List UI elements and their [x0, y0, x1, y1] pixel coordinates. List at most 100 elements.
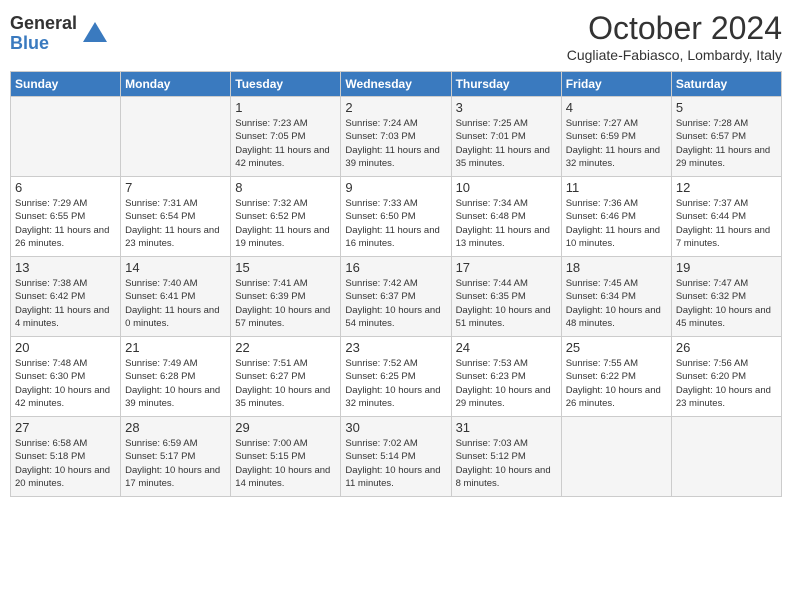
- calendar-cell: 12 Sunrise: 7:37 AM Sunset: 6:44 PM Dayli…: [671, 177, 781, 257]
- calendar-cell: 5 Sunrise: 7:28 AM Sunset: 6:57 PM Daylig…: [671, 97, 781, 177]
- day-number: 24: [456, 340, 557, 355]
- title-block: October 2024 Cugliate-Fabiasco, Lombardy…: [567, 10, 782, 63]
- calendar-cell: 25 Sunrise: 7:55 AM Sunset: 6:22 PM Dayli…: [561, 337, 671, 417]
- calendar-cell: 9Sunrise: 7:33 AM Sunset: 6:50 PM Daylig…: [341, 177, 451, 257]
- calendar-cell: 24 Sunrise: 7:53 AM Sunset: 6:23 PM Dayli…: [451, 337, 561, 417]
- day-number: 26: [676, 340, 777, 355]
- day-number: 30: [345, 420, 446, 435]
- calendar-cell: 3 Sunrise: 7:25 AM Sunset: 7:01 PM Daylig…: [451, 97, 561, 177]
- cell-info: Sunrise: 7:40 AM Sunset: 6:41 PM Dayligh…: [125, 277, 226, 330]
- day-number: 2: [345, 100, 446, 115]
- day-number: 11: [566, 180, 667, 195]
- day-number: 14: [125, 260, 226, 275]
- cell-info: Sunrise: 7:29 AM Sunset: 6:55 PM Dayligh…: [15, 197, 116, 250]
- cell-info: Sunrise: 7:27 AM Sunset: 6:59 PM Dayligh…: [566, 117, 667, 170]
- calendar-header-cell: Friday: [561, 72, 671, 97]
- cell-info: Sunrise: 7:33 AM Sunset: 6:50 PM Dayligh…: [345, 197, 446, 250]
- day-number: 10: [456, 180, 557, 195]
- day-number: 3: [456, 100, 557, 115]
- cell-info: Sunrise: 7:45 AM Sunset: 6:34 PM Dayligh…: [566, 277, 667, 330]
- calendar-header-cell: Saturday: [671, 72, 781, 97]
- calendar-cell: [11, 97, 121, 177]
- calendar-cell: 21 Sunrise: 7:49 AM Sunset: 6:28 PM Dayli…: [121, 337, 231, 417]
- cell-info: Sunrise: 7:36 AM Sunset: 6:46 PM Dayligh…: [566, 197, 667, 250]
- calendar-week-row: 13Sunrise: 7:38 AM Sunset: 6:42 PM Dayli…: [11, 257, 782, 337]
- calendar-cell: 18 Sunrise: 7:45 AM Sunset: 6:34 PM Dayli…: [561, 257, 671, 337]
- logo: General Blue: [10, 14, 109, 54]
- cell-info: Sunrise: 7:52 AM Sunset: 6:25 PM Dayligh…: [345, 357, 446, 410]
- day-number: 22: [235, 340, 336, 355]
- calendar-cell: 11 Sunrise: 7:36 AM Sunset: 6:46 PM Dayli…: [561, 177, 671, 257]
- day-number: 18: [566, 260, 667, 275]
- calendar-cell: 15Sunrise: 7:41 AM Sunset: 6:39 PM Dayli…: [231, 257, 341, 337]
- logo-icon: [81, 20, 109, 48]
- calendar-cell: 14 Sunrise: 7:40 AM Sunset: 6:41 PM Dayli…: [121, 257, 231, 337]
- calendar-cell: [561, 417, 671, 497]
- day-number: 17: [456, 260, 557, 275]
- cell-info: Sunrise: 6:58 AM Sunset: 5:18 PM Dayligh…: [15, 437, 116, 490]
- cell-info: Sunrise: 7:25 AM Sunset: 7:01 PM Dayligh…: [456, 117, 557, 170]
- logo-blue: Blue: [10, 34, 77, 54]
- day-number: 29: [235, 420, 336, 435]
- day-number: 31: [456, 420, 557, 435]
- cell-info: Sunrise: 7:24 AM Sunset: 7:03 PM Dayligh…: [345, 117, 446, 170]
- calendar-cell: 16Sunrise: 7:42 AM Sunset: 6:37 PM Dayli…: [341, 257, 451, 337]
- calendar-week-row: 6 Sunrise: 7:29 AM Sunset: 6:55 PM Daylig…: [11, 177, 782, 257]
- calendar-week-row: 1 Sunrise: 7:23 AM Sunset: 7:05 PM Daylig…: [11, 97, 782, 177]
- calendar-cell: [671, 417, 781, 497]
- calendar-cell: 13Sunrise: 7:38 AM Sunset: 6:42 PM Dayli…: [11, 257, 121, 337]
- calendar-header-cell: Thursday: [451, 72, 561, 97]
- cell-info: Sunrise: 7:53 AM Sunset: 6:23 PM Dayligh…: [456, 357, 557, 410]
- day-number: 13: [15, 260, 116, 275]
- calendar-cell: 29Sunrise: 7:00 AM Sunset: 5:15 PM Dayli…: [231, 417, 341, 497]
- calendar-cell: 7Sunrise: 7:31 AM Sunset: 6:54 PM Daylig…: [121, 177, 231, 257]
- day-number: 23: [345, 340, 446, 355]
- cell-info: Sunrise: 7:49 AM Sunset: 6:28 PM Dayligh…: [125, 357, 226, 410]
- calendar-cell: 8Sunrise: 7:32 AM Sunset: 6:52 PM Daylig…: [231, 177, 341, 257]
- day-number: 15: [235, 260, 336, 275]
- calendar-week-row: 20Sunrise: 7:48 AM Sunset: 6:30 PM Dayli…: [11, 337, 782, 417]
- day-number: 7: [125, 180, 226, 195]
- calendar-cell: 28 Sunrise: 6:59 AM Sunset: 5:17 PM Dayli…: [121, 417, 231, 497]
- calendar-cell: 23 Sunrise: 7:52 AM Sunset: 6:25 PM Dayli…: [341, 337, 451, 417]
- page-header: General Blue October 2024 Cugliate-Fabia…: [10, 10, 782, 63]
- day-number: 1: [235, 100, 336, 115]
- cell-info: Sunrise: 7:51 AM Sunset: 6:27 PM Dayligh…: [235, 357, 336, 410]
- cell-info: Sunrise: 7:56 AM Sunset: 6:20 PM Dayligh…: [676, 357, 777, 410]
- cell-info: Sunrise: 7:34 AM Sunset: 6:48 PM Dayligh…: [456, 197, 557, 250]
- calendar-header-cell: Tuesday: [231, 72, 341, 97]
- calendar-cell: 4 Sunrise: 7:27 AM Sunset: 6:59 PM Daylig…: [561, 97, 671, 177]
- cell-info: Sunrise: 7:03 AM Sunset: 5:12 PM Dayligh…: [456, 437, 557, 490]
- day-number: 19: [676, 260, 777, 275]
- calendar-header-cell: Sunday: [11, 72, 121, 97]
- calendar-header-row: SundayMondayTuesdayWednesdayThursdayFrid…: [11, 72, 782, 97]
- calendar-header-cell: Monday: [121, 72, 231, 97]
- calendar-cell: [121, 97, 231, 177]
- calendar-cell: 17 Sunrise: 7:44 AM Sunset: 6:35 PM Dayli…: [451, 257, 561, 337]
- day-number: 21: [125, 340, 226, 355]
- cell-info: Sunrise: 7:28 AM Sunset: 6:57 PM Dayligh…: [676, 117, 777, 170]
- day-number: 6: [15, 180, 116, 195]
- cell-info: Sunrise: 7:02 AM Sunset: 5:14 PM Dayligh…: [345, 437, 446, 490]
- day-number: 5: [676, 100, 777, 115]
- cell-info: Sunrise: 7:55 AM Sunset: 6:22 PM Dayligh…: [566, 357, 667, 410]
- cell-info: Sunrise: 7:23 AM Sunset: 7:05 PM Dayligh…: [235, 117, 336, 170]
- calendar-cell: 22 Sunrise: 7:51 AM Sunset: 6:27 PM Dayli…: [231, 337, 341, 417]
- day-number: 27: [15, 420, 116, 435]
- calendar-cell: 31 Sunrise: 7:03 AM Sunset: 5:12 PM Dayli…: [451, 417, 561, 497]
- cell-info: Sunrise: 7:37 AM Sunset: 6:44 PM Dayligh…: [676, 197, 777, 250]
- cell-info: Sunrise: 6:59 AM Sunset: 5:17 PM Dayligh…: [125, 437, 226, 490]
- calendar-table: SundayMondayTuesdayWednesdayThursdayFrid…: [10, 71, 782, 497]
- day-number: 4: [566, 100, 667, 115]
- calendar-cell: 27 Sunrise: 6:58 AM Sunset: 5:18 PM Dayli…: [11, 417, 121, 497]
- day-number: 12: [676, 180, 777, 195]
- calendar-cell: 6 Sunrise: 7:29 AM Sunset: 6:55 PM Daylig…: [11, 177, 121, 257]
- calendar-cell: 30 Sunrise: 7:02 AM Sunset: 5:14 PM Dayli…: [341, 417, 451, 497]
- cell-info: Sunrise: 7:44 AM Sunset: 6:35 PM Dayligh…: [456, 277, 557, 330]
- day-number: 25: [566, 340, 667, 355]
- cell-info: Sunrise: 7:32 AM Sunset: 6:52 PM Dayligh…: [235, 197, 336, 250]
- day-number: 28: [125, 420, 226, 435]
- location: Cugliate-Fabiasco, Lombardy, Italy: [567, 47, 782, 63]
- cell-info: Sunrise: 7:42 AM Sunset: 6:37 PM Dayligh…: [345, 277, 446, 330]
- calendar-cell: 19Sunrise: 7:47 AM Sunset: 6:32 PM Dayli…: [671, 257, 781, 337]
